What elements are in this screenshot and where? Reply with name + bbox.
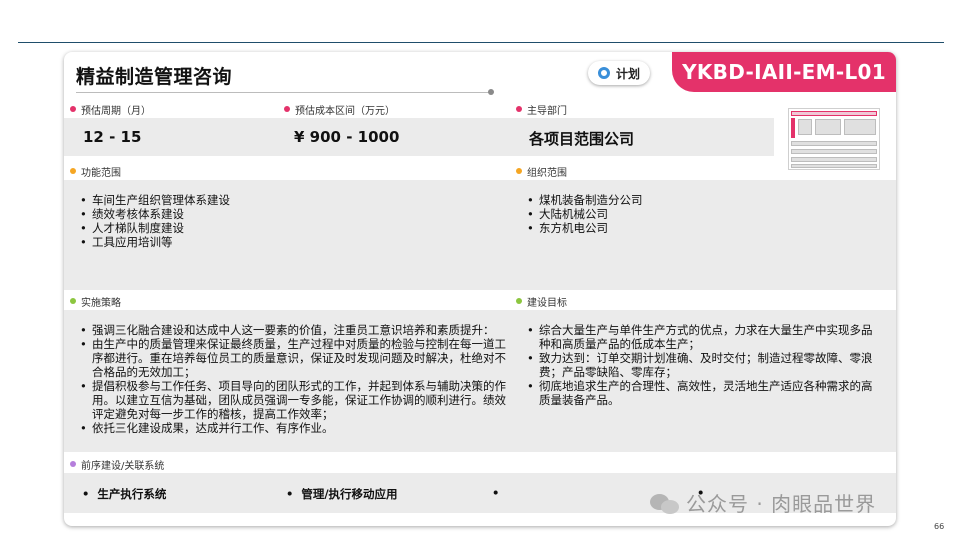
org-scope-list: 煤机装备制造分公司 大陆机械公司 东方机电公司 bbox=[525, 193, 885, 235]
dept-value: 各项目范围公司 bbox=[529, 130, 635, 148]
list-item: 致力达到：订单交期计划准确、及时交付；制造过程零故障、零浪费；产品零缺陷、零库存… bbox=[525, 351, 875, 379]
function-scope-list: 车间生产组织管理体系建设 绩效考核体系建设 人才梯队制度建设 工具应用培训等 bbox=[78, 193, 498, 249]
red-bullet-icon bbox=[70, 106, 76, 112]
dept-label: 主导部门 bbox=[527, 105, 567, 117]
goals-list: 综合大量生产与单件生产方式的优点，力求在大量生产中实现多品种和高质量产品的低成本… bbox=[525, 323, 875, 407]
period-value: 12 - 15 bbox=[83, 128, 142, 146]
summary-panel bbox=[64, 118, 774, 156]
list-item: 煤机装备制造分公司 bbox=[525, 193, 885, 207]
wechat-icon bbox=[650, 492, 680, 514]
related-system-item: • 管理/执行移动应用 bbox=[286, 487, 398, 501]
radio-ring-icon bbox=[597, 67, 610, 79]
orange-bullet-icon bbox=[70, 168, 76, 174]
list-item: 彻底地追求生产的合理性、高效性，灵活地生产适应各种需求的高质量装备产品。 bbox=[525, 379, 875, 407]
top-divider bbox=[18, 42, 944, 43]
list-item: 东方机电公司 bbox=[525, 221, 885, 235]
cost-value: ¥ 900 - 1000 bbox=[294, 128, 400, 146]
function-scope-label: 功能范围 bbox=[81, 167, 121, 179]
title-underline-dot bbox=[488, 89, 494, 95]
org-scope-label-row: 组织范围 bbox=[516, 164, 567, 179]
goals-label-row: 建设目标 bbox=[516, 294, 567, 309]
list-item: 绩效考核体系建设 bbox=[78, 207, 498, 221]
green-bullet-icon bbox=[516, 298, 522, 304]
title-underline bbox=[76, 92, 491, 93]
goals-label: 建设目标 bbox=[527, 297, 567, 309]
dept-label-row: 主导部门 bbox=[516, 102, 567, 117]
org-chart-thumbnail bbox=[788, 108, 880, 170]
page-number: 66 bbox=[934, 522, 945, 531]
page-title: 精益制造管理咨询 bbox=[76, 66, 233, 88]
period-label: 预估周期（月） bbox=[81, 105, 151, 117]
strategy-label: 实施策略 bbox=[81, 297, 121, 309]
watermark: 公众号 · 肉眼品世界 bbox=[650, 488, 876, 517]
function-scope-label-row: 功能范围 bbox=[70, 164, 121, 179]
status-badge[interactable]: 计划 bbox=[588, 61, 650, 85]
list-item: 综合大量生产与单件生产方式的优点，力求在大量生产中实现多品种和高质量产品的低成本… bbox=[525, 323, 875, 351]
orange-bullet-icon bbox=[516, 168, 522, 174]
list-item: 车间生产组织管理体系建设 bbox=[78, 193, 498, 207]
status-badge-label: 计划 bbox=[615, 66, 640, 81]
strategy-label-row: 实施策略 bbox=[70, 294, 121, 309]
related-system-item: • bbox=[492, 486, 508, 500]
list-item: 依托三化建设成果，达成并行工作、有序作业。 bbox=[78, 421, 516, 435]
green-bullet-icon bbox=[70, 298, 76, 304]
project-code-tab: YKBD-IAII-EM-L01 bbox=[672, 52, 896, 92]
list-item: 提倡积极参与工作任务、项目导向的团队形式的工作，并起到体系与辅助决策的作用。以建… bbox=[78, 379, 516, 421]
related-systems-label-row: 前序建设/关联系统 bbox=[70, 457, 165, 472]
period-label-row: 预估周期（月） bbox=[70, 102, 151, 117]
list-item: 强调三化融合建设和达成中人这一要素的价值，注重员工意识培养和素质提升： bbox=[78, 323, 516, 337]
watermark-text: 公众号 · 肉眼品世界 bbox=[686, 492, 877, 516]
related-system-item: • 生产执行系统 bbox=[82, 487, 167, 501]
list-item: 人才梯队制度建设 bbox=[78, 221, 498, 235]
list-item: 大陆机械公司 bbox=[525, 207, 885, 221]
related-systems-label: 前序建设/关联系统 bbox=[81, 460, 165, 472]
card-header: 精益制造管理咨询 计划 YKBD-IAII-EM-L01 bbox=[64, 52, 896, 95]
strategy-list: 强调三化融合建设和达成中人这一要素的价值，注重员工意识培养和素质提升： 由生产中… bbox=[78, 323, 516, 435]
list-item: 工具应用培训等 bbox=[78, 235, 498, 249]
list-item: 由生产中的质量管理来保证最终质量，生产过程中对质量的检验与控制在每一道工序都进行… bbox=[78, 337, 516, 379]
cost-label-row: 预估成本区间（万元） bbox=[284, 102, 395, 117]
org-scope-label: 组织范围 bbox=[527, 167, 567, 179]
project-card: 精益制造管理咨询 计划 YKBD-IAII-EM-L01 预估周期（月） 预估成… bbox=[64, 52, 896, 526]
red-bullet-icon bbox=[284, 106, 290, 112]
red-bullet-icon bbox=[516, 106, 522, 112]
cost-label: 预估成本区间（万元） bbox=[295, 105, 395, 117]
purple-bullet-icon bbox=[70, 461, 76, 467]
